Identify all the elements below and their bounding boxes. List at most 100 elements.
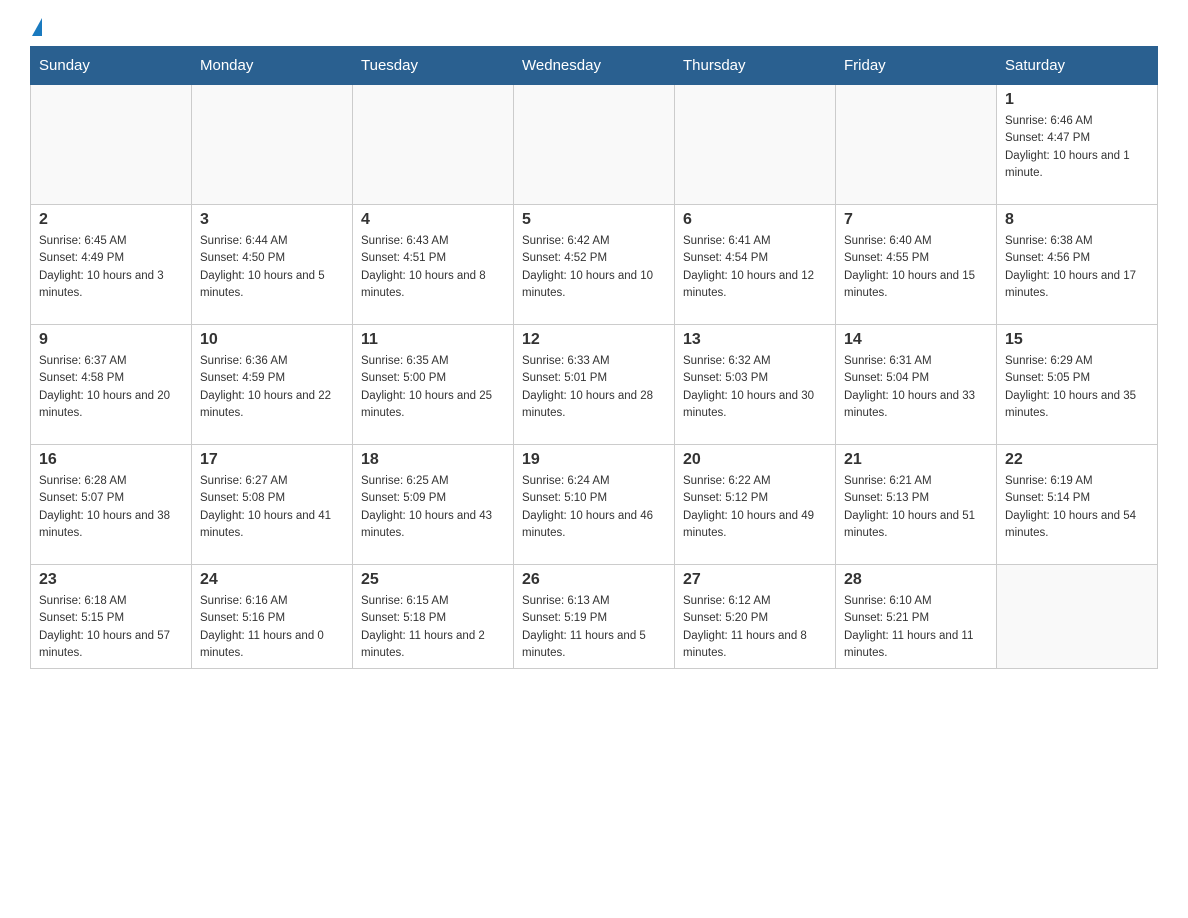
calendar-day-cell: 8 Sunrise: 6:38 AM Sunset: 4:56 PM Daylig… <box>997 205 1158 325</box>
day-of-week-header: Monday <box>192 47 353 85</box>
day-number: 9 <box>39 331 183 349</box>
day-info: Sunrise: 6:13 AM Sunset: 5:19 PM Dayligh… <box>522 593 666 662</box>
day-number: 17 <box>200 451 344 469</box>
calendar-day-cell: 13 Sunrise: 6:32 AM Sunset: 5:03 PM Dayli… <box>675 325 836 445</box>
page-header <box>30 20 1158 36</box>
day-info: Sunrise: 6:10 AM Sunset: 5:21 PM Dayligh… <box>844 593 988 662</box>
calendar-day-cell: 28 Sunrise: 6:10 AM Sunset: 5:21 PM Dayli… <box>836 565 997 669</box>
day-number: 12 <box>522 331 666 349</box>
calendar-day-cell: 17Sunrise: 6:27 AM Sunset: 5:08 PM Dayli… <box>192 445 353 565</box>
day-of-week-header: Thursday <box>675 47 836 85</box>
calendar-week-row: 2 Sunrise: 6:45 AM Sunset: 4:49 PM Daylig… <box>31 205 1158 325</box>
day-number: 15 <box>1005 331 1149 349</box>
day-number: 18 <box>361 451 505 469</box>
calendar-day-cell: 22 Sunrise: 6:19 AM Sunset: 5:14 PM Dayli… <box>997 445 1158 565</box>
day-number: 11 <box>361 331 505 349</box>
day-number: 27 <box>683 571 827 589</box>
day-number: 24 <box>200 571 344 589</box>
day-info: Sunrise: 6:38 AM Sunset: 4:56 PM Dayligh… <box>1005 233 1149 302</box>
day-of-week-header: Sunday <box>31 47 192 85</box>
calendar-day-cell <box>192 85 353 205</box>
day-number: 26 <box>522 571 666 589</box>
calendar-week-row: 1 Sunrise: 6:46 AM Sunset: 4:47 PM Daylig… <box>31 85 1158 205</box>
calendar-day-cell: 23 Sunrise: 6:18 AM Sunset: 5:15 PM Dayli… <box>31 565 192 669</box>
day-info: Sunrise: 6:44 AM Sunset: 4:50 PM Dayligh… <box>200 233 344 302</box>
calendar-day-cell: 15 Sunrise: 6:29 AM Sunset: 5:05 PM Dayli… <box>997 325 1158 445</box>
day-of-week-header: Wednesday <box>514 47 675 85</box>
day-number: 22 <box>1005 451 1149 469</box>
calendar-day-cell <box>514 85 675 205</box>
day-number: 14 <box>844 331 988 349</box>
calendar-day-cell: 6Sunrise: 6:41 AM Sunset: 4:54 PM Daylig… <box>675 205 836 325</box>
calendar-day-cell: 20 Sunrise: 6:22 AM Sunset: 5:12 PM Dayli… <box>675 445 836 565</box>
calendar-day-cell <box>997 565 1158 669</box>
calendar-day-cell: 5 Sunrise: 6:42 AM Sunset: 4:52 PM Daylig… <box>514 205 675 325</box>
day-info: Sunrise: 6:15 AM Sunset: 5:18 PM Dayligh… <box>361 593 505 662</box>
day-of-week-header: Tuesday <box>353 47 514 85</box>
day-of-week-header: Saturday <box>997 47 1158 85</box>
calendar-day-cell: 27 Sunrise: 6:12 AM Sunset: 5:20 PM Dayli… <box>675 565 836 669</box>
day-number: 2 <box>39 211 183 229</box>
day-number: 20 <box>683 451 827 469</box>
calendar-day-cell: 3 Sunrise: 6:44 AM Sunset: 4:50 PM Daylig… <box>192 205 353 325</box>
day-number: 21 <box>844 451 988 469</box>
day-number: 16 <box>39 451 183 469</box>
day-number: 13 <box>683 331 827 349</box>
calendar-day-cell <box>31 85 192 205</box>
day-number: 25 <box>361 571 505 589</box>
day-info: Sunrise: 6:36 AM Sunset: 4:59 PM Dayligh… <box>200 353 344 422</box>
day-info: Sunrise: 6:19 AM Sunset: 5:14 PM Dayligh… <box>1005 473 1149 542</box>
day-info: Sunrise: 6:37 AM Sunset: 4:58 PM Dayligh… <box>39 353 183 422</box>
day-info: Sunrise: 6:45 AM Sunset: 4:49 PM Dayligh… <box>39 233 183 302</box>
calendar-week-row: 16 Sunrise: 6:28 AM Sunset: 5:07 PM Dayli… <box>31 445 1158 565</box>
day-info: Sunrise: 6:42 AM Sunset: 4:52 PM Dayligh… <box>522 233 666 302</box>
day-info: Sunrise: 6:18 AM Sunset: 5:15 PM Dayligh… <box>39 593 183 662</box>
day-of-week-header: Friday <box>836 47 997 85</box>
day-number: 1 <box>1005 91 1149 109</box>
day-info: Sunrise: 6:21 AM Sunset: 5:13 PM Dayligh… <box>844 473 988 542</box>
calendar-day-cell <box>353 85 514 205</box>
calendar-day-cell: 11 Sunrise: 6:35 AM Sunset: 5:00 PM Dayli… <box>353 325 514 445</box>
calendar-day-cell: 2 Sunrise: 6:45 AM Sunset: 4:49 PM Daylig… <box>31 205 192 325</box>
calendar-day-cell: 14 Sunrise: 6:31 AM Sunset: 5:04 PM Dayli… <box>836 325 997 445</box>
day-number: 10 <box>200 331 344 349</box>
day-info: Sunrise: 6:12 AM Sunset: 5:20 PM Dayligh… <box>683 593 827 662</box>
day-info: Sunrise: 6:32 AM Sunset: 5:03 PM Dayligh… <box>683 353 827 422</box>
calendar-day-cell: 24 Sunrise: 6:16 AM Sunset: 5:16 PM Dayli… <box>192 565 353 669</box>
calendar-week-row: 23 Sunrise: 6:18 AM Sunset: 5:15 PM Dayli… <box>31 565 1158 669</box>
calendar-header-row: SundayMondayTuesdayWednesdayThursdayFrid… <box>31 47 1158 85</box>
day-info: Sunrise: 6:29 AM Sunset: 5:05 PM Dayligh… <box>1005 353 1149 422</box>
calendar-day-cell: 26 Sunrise: 6:13 AM Sunset: 5:19 PM Dayli… <box>514 565 675 669</box>
day-info: Sunrise: 6:33 AM Sunset: 5:01 PM Dayligh… <box>522 353 666 422</box>
day-number: 5 <box>522 211 666 229</box>
calendar-day-cell: 10 Sunrise: 6:36 AM Sunset: 4:59 PM Dayli… <box>192 325 353 445</box>
day-info: Sunrise: 6:28 AM Sunset: 5:07 PM Dayligh… <box>39 473 183 542</box>
calendar-day-cell: 18 Sunrise: 6:25 AM Sunset: 5:09 PM Dayli… <box>353 445 514 565</box>
day-number: 3 <box>200 211 344 229</box>
day-info: Sunrise: 6:22 AM Sunset: 5:12 PM Dayligh… <box>683 473 827 542</box>
day-info: Sunrise: 6:25 AM Sunset: 5:09 PM Dayligh… <box>361 473 505 542</box>
calendar-day-cell: 21 Sunrise: 6:21 AM Sunset: 5:13 PM Dayli… <box>836 445 997 565</box>
calendar-day-cell <box>675 85 836 205</box>
day-number: 19 <box>522 451 666 469</box>
day-info: Sunrise: 6:16 AM Sunset: 5:16 PM Dayligh… <box>200 593 344 662</box>
day-number: 7 <box>844 211 988 229</box>
day-number: 8 <box>1005 211 1149 229</box>
logo <box>30 20 40 36</box>
day-info: Sunrise: 6:31 AM Sunset: 5:04 PM Dayligh… <box>844 353 988 422</box>
day-number: 28 <box>844 571 988 589</box>
calendar-day-cell: 1 Sunrise: 6:46 AM Sunset: 4:47 PM Daylig… <box>997 85 1158 205</box>
calendar-day-cell: 4Sunrise: 6:43 AM Sunset: 4:51 PM Daylig… <box>353 205 514 325</box>
day-info: Sunrise: 6:46 AM Sunset: 4:47 PM Dayligh… <box>1005 113 1149 182</box>
logo-text <box>30 20 40 38</box>
calendar-day-cell: 25 Sunrise: 6:15 AM Sunset: 5:18 PM Dayli… <box>353 565 514 669</box>
day-info: Sunrise: 6:43 AM Sunset: 4:51 PM Dayligh… <box>361 233 505 302</box>
day-number: 23 <box>39 571 183 589</box>
calendar-table: SundayMondayTuesdayWednesdayThursdayFrid… <box>30 46 1158 669</box>
day-info: Sunrise: 6:35 AM Sunset: 5:00 PM Dayligh… <box>361 353 505 422</box>
day-info: Sunrise: 6:24 AM Sunset: 5:10 PM Dayligh… <box>522 473 666 542</box>
calendar-day-cell: 12 Sunrise: 6:33 AM Sunset: 5:01 PM Dayli… <box>514 325 675 445</box>
calendar-day-cell: 19 Sunrise: 6:24 AM Sunset: 5:10 PM Dayli… <box>514 445 675 565</box>
day-info: Sunrise: 6:41 AM Sunset: 4:54 PM Dayligh… <box>683 233 827 302</box>
calendar-day-cell: 16 Sunrise: 6:28 AM Sunset: 5:07 PM Dayli… <box>31 445 192 565</box>
